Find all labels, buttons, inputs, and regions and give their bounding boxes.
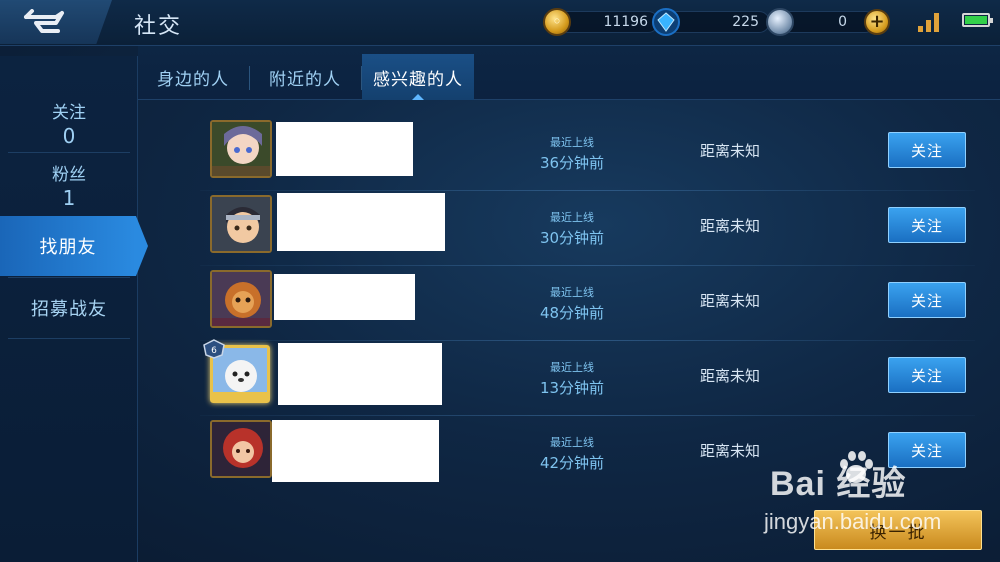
player-name-redacted xyxy=(278,343,442,405)
follow-button[interactable]: 关注 xyxy=(888,432,966,468)
last-online: 最近上线 48分钟前 xyxy=(522,284,622,323)
row-divider xyxy=(200,190,975,191)
top-bar: 社交 ◦ 11196 225 0 + xyxy=(0,0,1000,46)
last-online: 最近上线 30分钟前 xyxy=(522,209,622,248)
player-name-redacted xyxy=(276,122,413,176)
tab-around-me[interactable]: 身边的人 xyxy=(138,54,248,100)
hero-portrait-icon xyxy=(212,122,270,176)
follow-stat[interactable]: 关注 0 xyxy=(0,98,138,148)
voucher-amount: 0 xyxy=(780,11,876,33)
follow-button[interactable]: 关注 xyxy=(888,357,966,393)
svg-text:6: 6 xyxy=(211,346,217,356)
player-row: 最近上线 48分钟前 距离未知 关注 xyxy=(200,268,975,341)
back-arrow-icon xyxy=(24,9,64,33)
distance-text: 距离未知 xyxy=(699,217,760,235)
last-online: 最近上线 13分钟前 xyxy=(522,359,622,398)
hero-portrait-icon xyxy=(212,272,270,326)
divider xyxy=(8,338,130,339)
tab-bar: 身边的人 附近的人 感兴趣的人 xyxy=(138,46,1000,100)
diamond-icon xyxy=(652,8,680,36)
follow-label: 关注 xyxy=(52,103,86,123)
hero-portrait-icon xyxy=(212,197,270,251)
fans-count: 1 xyxy=(62,186,76,210)
fans-label: 粉丝 xyxy=(52,165,86,185)
last-online: 最近上线 42分钟前 xyxy=(522,434,622,473)
battery-icon xyxy=(962,13,993,27)
player-avatar[interactable] xyxy=(210,270,272,328)
player-row: 最近上线 42分钟前 距离未知 关注 xyxy=(200,418,975,488)
divider xyxy=(8,152,130,153)
last-online-label: 最近上线 xyxy=(550,136,594,149)
last-online-time: 30分钟前 xyxy=(539,229,605,247)
player-avatar[interactable] xyxy=(210,195,272,253)
last-online-time: 13分钟前 xyxy=(539,379,605,397)
last-online-time: 42分钟前 xyxy=(539,454,605,472)
diamond-currency[interactable]: 225 xyxy=(652,8,770,36)
last-online-time: 48分钟前 xyxy=(539,304,605,322)
player-name-redacted xyxy=(272,420,439,482)
tab-interested[interactable]: 感兴趣的人 xyxy=(362,54,474,100)
distance-text: 距离未知 xyxy=(699,292,760,310)
player-row: 最近上线 36分钟前 距离未知 关注 xyxy=(200,118,975,191)
player-row: 6 最近上线 13分钟前 距离未知 关注 xyxy=(200,339,975,416)
hero-portrait-icon xyxy=(212,422,270,476)
last-online-time: 36分钟前 xyxy=(539,154,605,172)
rank-badge-icon: 6 xyxy=(203,339,225,359)
last-online-label: 最近上线 xyxy=(550,436,594,449)
back-button[interactable] xyxy=(0,0,112,44)
page-title: 社交 xyxy=(134,14,183,39)
voucher-icon xyxy=(766,8,794,36)
player-name-redacted xyxy=(277,193,445,251)
last-online-label: 最近上线 xyxy=(550,211,594,224)
player-avatar[interactable] xyxy=(210,120,272,178)
last-online-label: 最近上线 xyxy=(550,361,594,374)
gold-amount: 11196 xyxy=(557,11,659,33)
row-divider xyxy=(200,415,975,416)
follow-count: 0 xyxy=(62,124,76,148)
tab-nearby[interactable]: 附近的人 xyxy=(250,54,360,100)
follow-button[interactable]: 关注 xyxy=(888,132,966,168)
sidebar-item-find-friends[interactable]: 找朋友 xyxy=(0,216,148,276)
row-divider xyxy=(200,340,975,341)
add-currency-button[interactable]: + xyxy=(864,9,890,35)
follow-button[interactable]: 关注 xyxy=(888,282,966,318)
gold-currency[interactable]: ◦ 11196 xyxy=(543,8,659,36)
fans-stat[interactable]: 粉丝 1 xyxy=(0,160,138,210)
distance-text: 距离未知 xyxy=(699,142,760,160)
player-row: 最近上线 30分钟前 距离未知 关注 xyxy=(200,193,975,266)
sidebar-item-recruit[interactable]: 招募战友 xyxy=(0,278,138,338)
player-name-redacted xyxy=(274,274,415,320)
follow-button[interactable]: 关注 xyxy=(888,207,966,243)
distance-text: 距离未知 xyxy=(699,367,760,385)
gold-coin-icon: ◦ xyxy=(543,8,571,36)
voucher-currency[interactable]: 0 + xyxy=(766,8,890,36)
last-online: 最近上线 36分钟前 xyxy=(522,134,622,173)
refresh-batch-button[interactable]: 换一批 xyxy=(814,510,982,550)
signal-icon xyxy=(918,12,944,32)
distance-text: 距离未知 xyxy=(699,442,760,460)
row-divider xyxy=(200,265,975,266)
diamond-amount: 225 xyxy=(666,11,770,33)
sidebar: 关注 0 粉丝 1 找朋友 招募战友 xyxy=(0,56,148,562)
player-avatar[interactable] xyxy=(210,420,272,478)
last-online-label: 最近上线 xyxy=(550,286,594,299)
